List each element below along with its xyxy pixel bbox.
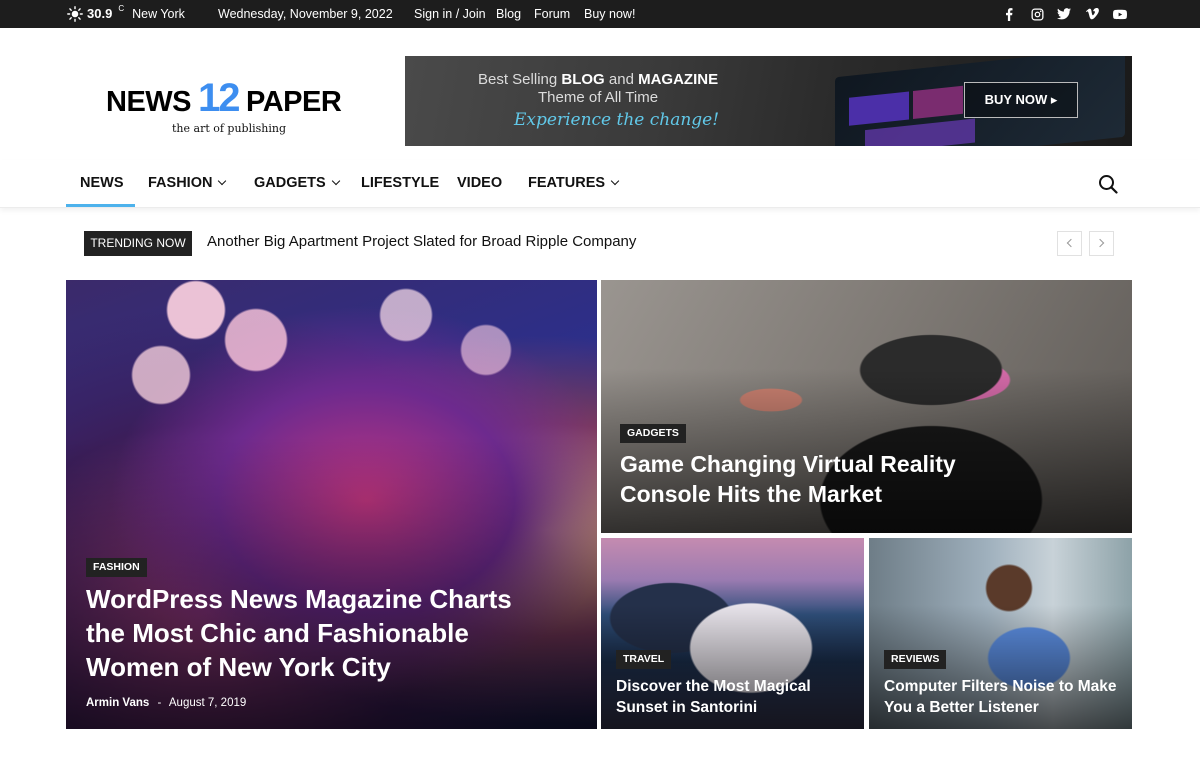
featured-main-title[interactable]: WordPress News Magazine Charts the Most … (86, 582, 512, 684)
trending-now-label: TRENDING NOW (84, 231, 192, 256)
temperature: 30.9 (87, 6, 113, 21)
featured-main-post[interactable]: FASHION WordPress News Magazine Charts t… (66, 280, 597, 729)
search-icon[interactable] (1098, 174, 1118, 194)
chevron-down-icon (331, 176, 340, 186)
nav-item-fashion[interactable]: FASHION (148, 160, 227, 208)
nav-item-gadgets[interactable]: GADGETS (254, 160, 340, 208)
chevron-left-icon (1066, 238, 1076, 248)
sign-in-link[interactable]: Sign in / Join (414, 0, 486, 28)
sun-icon (67, 6, 83, 22)
post-meta: Armin Vans - August 7, 2019 (86, 697, 247, 709)
post-date: August 7, 2019 (168, 697, 247, 709)
trending-headline-link[interactable]: Another Big Apartment Project Slated for… (207, 233, 636, 250)
category-badge[interactable]: REVIEWS (884, 650, 947, 669)
category-badge[interactable]: FASHION (86, 558, 147, 577)
nav-item-news[interactable]: NEWS (80, 160, 124, 208)
featured-bottom-left-post[interactable]: TRAVEL Discover the Most Magical Sunset … (601, 538, 864, 729)
featured-bottom-right-post[interactable]: REVIEWS Computer Filters Noise to Make Y… (869, 538, 1132, 729)
weather-widget: 30.9 C New York (67, 0, 185, 28)
forum-link[interactable]: Forum (534, 0, 570, 28)
category-badge[interactable]: TRAVEL (616, 650, 672, 669)
logo-number: 12 (198, 76, 240, 120)
featured-top-right-title[interactable]: Game Changing Virtual Reality Console Hi… (620, 449, 956, 509)
buy-now-link[interactable]: Buy now! (584, 0, 635, 28)
twitter-icon[interactable] (1055, 0, 1073, 28)
chevron-down-icon (218, 176, 227, 186)
temperature-unit: C (118, 4, 125, 13)
logo-word-paper: PAPER (246, 86, 342, 118)
blog-link[interactable]: Blog (496, 0, 521, 28)
logo-tagline: the art of publishing (172, 122, 287, 135)
banner-line-2: Theme of All Time (538, 89, 659, 106)
chevron-right-icon (1095, 238, 1105, 248)
banner-buy-now-button[interactable]: BUY NOW ▸ (964, 82, 1078, 118)
featured-bottom-left-title[interactable]: Discover the Most Magical Sunset in Sant… (616, 676, 811, 718)
nav-item-features[interactable]: FEATURES (528, 160, 620, 208)
nav-item-video[interactable]: VIDEO (457, 160, 502, 208)
main-navigation: NEWS FASHION GADGETS LIFESTYLE VIDEO FEA… (0, 160, 1200, 208)
trending-next-button[interactable] (1089, 231, 1114, 256)
banner-slogan: Experience the change! (514, 110, 720, 130)
category-badge[interactable]: GADGETS (620, 424, 686, 443)
youtube-icon[interactable] (1111, 0, 1129, 28)
header-ad-banner[interactable]: Best Selling BLOG and MAGAZINE Theme of … (405, 56, 1132, 146)
current-date: Wednesday, November 9, 2022 (218, 7, 393, 21)
instagram-icon[interactable] (1028, 0, 1046, 28)
banner-line-1: Best Selling BLOG and MAGAZINE (478, 71, 719, 88)
chevron-down-icon (610, 176, 620, 186)
featured-bottom-right-title[interactable]: Computer Filters Noise to Make You a Bet… (884, 676, 1117, 718)
logo-word-news: NEWS (106, 86, 192, 118)
featured-top-right-post[interactable]: GADGETS Game Changing Virtual Reality Co… (601, 280, 1132, 533)
nav-item-lifestyle[interactable]: LIFESTYLE (361, 160, 439, 208)
author-name[interactable]: Armin Vans (86, 697, 149, 709)
vimeo-icon[interactable] (1083, 0, 1101, 28)
nav-active-indicator (66, 204, 135, 207)
facebook-icon[interactable] (1000, 0, 1018, 28)
top-bar: 30.9 C New York Wednesday, November 9, 2… (0, 0, 1200, 28)
weather-city: New York (132, 7, 185, 21)
site-logo[interactable]: NEWS 12 PAPER the art of publishing (106, 76, 356, 138)
trending-prev-button[interactable] (1057, 231, 1082, 256)
